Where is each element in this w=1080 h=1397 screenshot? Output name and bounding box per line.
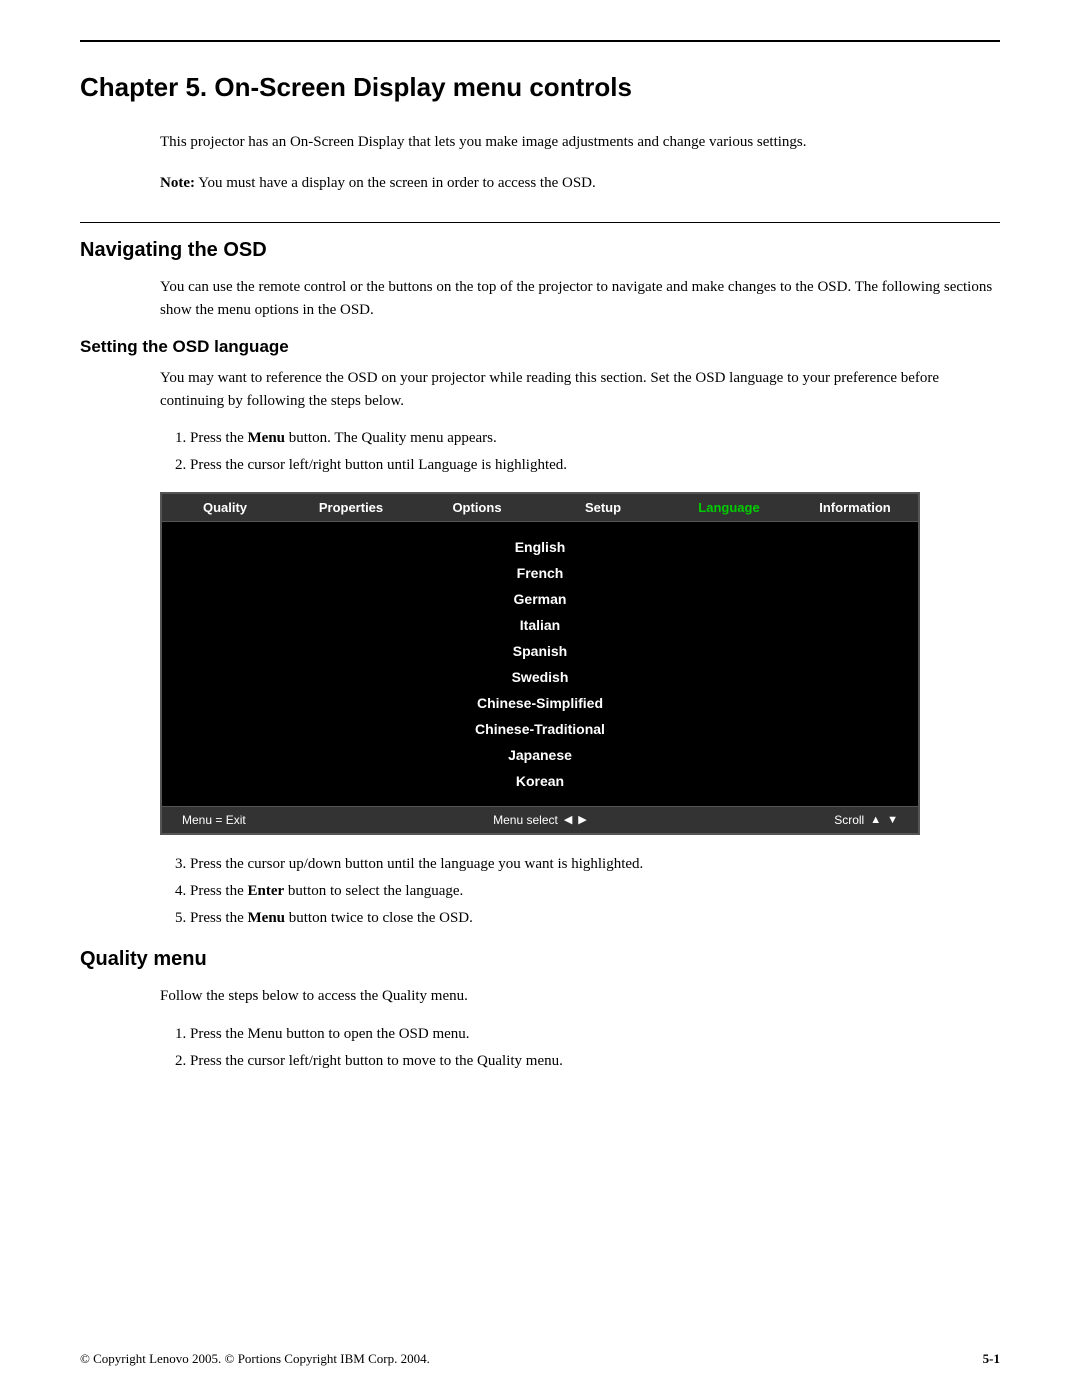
osd-menu-quality: Quality (162, 494, 288, 521)
osd-language-list: English French German Italian Spanish Sw… (162, 522, 918, 806)
osd-footer-scroll: Scroll ▲ ▼ (834, 813, 898, 827)
osd-menu-language: Language (666, 494, 792, 521)
osd-lang-chinese-traditional: Chinese-Traditional (162, 716, 918, 742)
right-arrow-icon: ▶ (578, 813, 586, 826)
osd-lang-swedish: Swedish (162, 664, 918, 690)
quality-menu-section-title: Quality menu (80, 948, 1000, 971)
osd-menu-bar: Quality Properties Options Setup Languag… (162, 494, 918, 522)
osd-lang-german: German (162, 586, 918, 612)
note-paragraph: Note: You must have a display on the scr… (160, 172, 1000, 195)
list-item: Press the Menu button twice to close the… (190, 907, 1000, 930)
copyright-text: © Copyright Lenovo 2005. © Portions Copy… (80, 1351, 430, 1367)
language-steps-before: Press the Menu button. The Quality menu … (190, 427, 1000, 478)
osd-lang-french: French (162, 560, 918, 586)
navigating-body: You can use the remote control or the bu… (160, 276, 1000, 323)
osd-lang-japanese: Japanese (162, 742, 918, 768)
osd-footer: Menu = Exit Menu select ◀ ▶ Scroll ▲ ▼ (162, 806, 918, 833)
up-arrow-icon: ▲ (870, 814, 881, 826)
language-steps-after: Press the cursor up/down button until th… (190, 853, 1000, 931)
osd-menu-options: Options (414, 494, 540, 521)
note-label: Note: (160, 175, 195, 191)
list-item: Press the cursor left/right button to mo… (190, 1050, 1000, 1073)
list-item: Press the cursor up/down button until th… (190, 853, 1000, 876)
down-arrow-icon: ▼ (887, 814, 898, 826)
quality-steps: Press the Menu button to open the OSD me… (190, 1023, 1000, 1074)
section-divider (80, 222, 1000, 223)
osd-footer-exit-label: Menu = Exit (182, 813, 246, 827)
osd-footer-select-label: Menu select (493, 813, 558, 827)
osd-lang-italian: Italian (162, 612, 918, 638)
osd-lang-spanish: Spanish (162, 638, 918, 664)
osd-lang-korean: Korean (162, 768, 918, 794)
osd-footer-select: Menu select ◀ ▶ (493, 813, 587, 827)
osd-screenshot: Quality Properties Options Setup Languag… (160, 492, 920, 835)
language-body: You may want to reference the OSD on you… (160, 367, 1000, 414)
note-content: You must have a display on the screen in… (198, 175, 596, 191)
osd-menu-information: Information (792, 494, 918, 521)
top-rule (80, 40, 1000, 42)
chapter-title: Chapter 5. On-Screen Display menu contro… (80, 72, 1000, 103)
osd-menu-properties: Properties (288, 494, 414, 521)
list-item: Press the Menu button. The Quality menu … (190, 427, 1000, 450)
quality-intro: Follow the steps below to access the Qua… (160, 985, 1000, 1008)
list-item: Press the Menu button to open the OSD me… (190, 1023, 1000, 1046)
osd-lang-chinese-simplified: Chinese-Simplified (162, 690, 918, 716)
left-arrow-icon: ◀ (564, 813, 572, 826)
page-footer: © Copyright Lenovo 2005. © Portions Copy… (0, 1331, 1080, 1387)
osd-menu-setup: Setup (540, 494, 666, 521)
list-item: Press the Enter button to select the lan… (190, 880, 1000, 903)
osd-footer-scroll-label: Scroll (834, 813, 864, 827)
navigating-section-title: Navigating the OSD (80, 239, 1000, 262)
list-item: Press the cursor left/right button until… (190, 454, 1000, 477)
osd-footer-exit: Menu = Exit (182, 813, 246, 827)
osd-lang-english: English (162, 534, 918, 560)
intro-paragraph: This projector has an On-Screen Display … (160, 131, 1000, 154)
page-number: 5-1 (983, 1351, 1000, 1367)
language-subsection-title: Setting the OSD language (80, 337, 1000, 357)
